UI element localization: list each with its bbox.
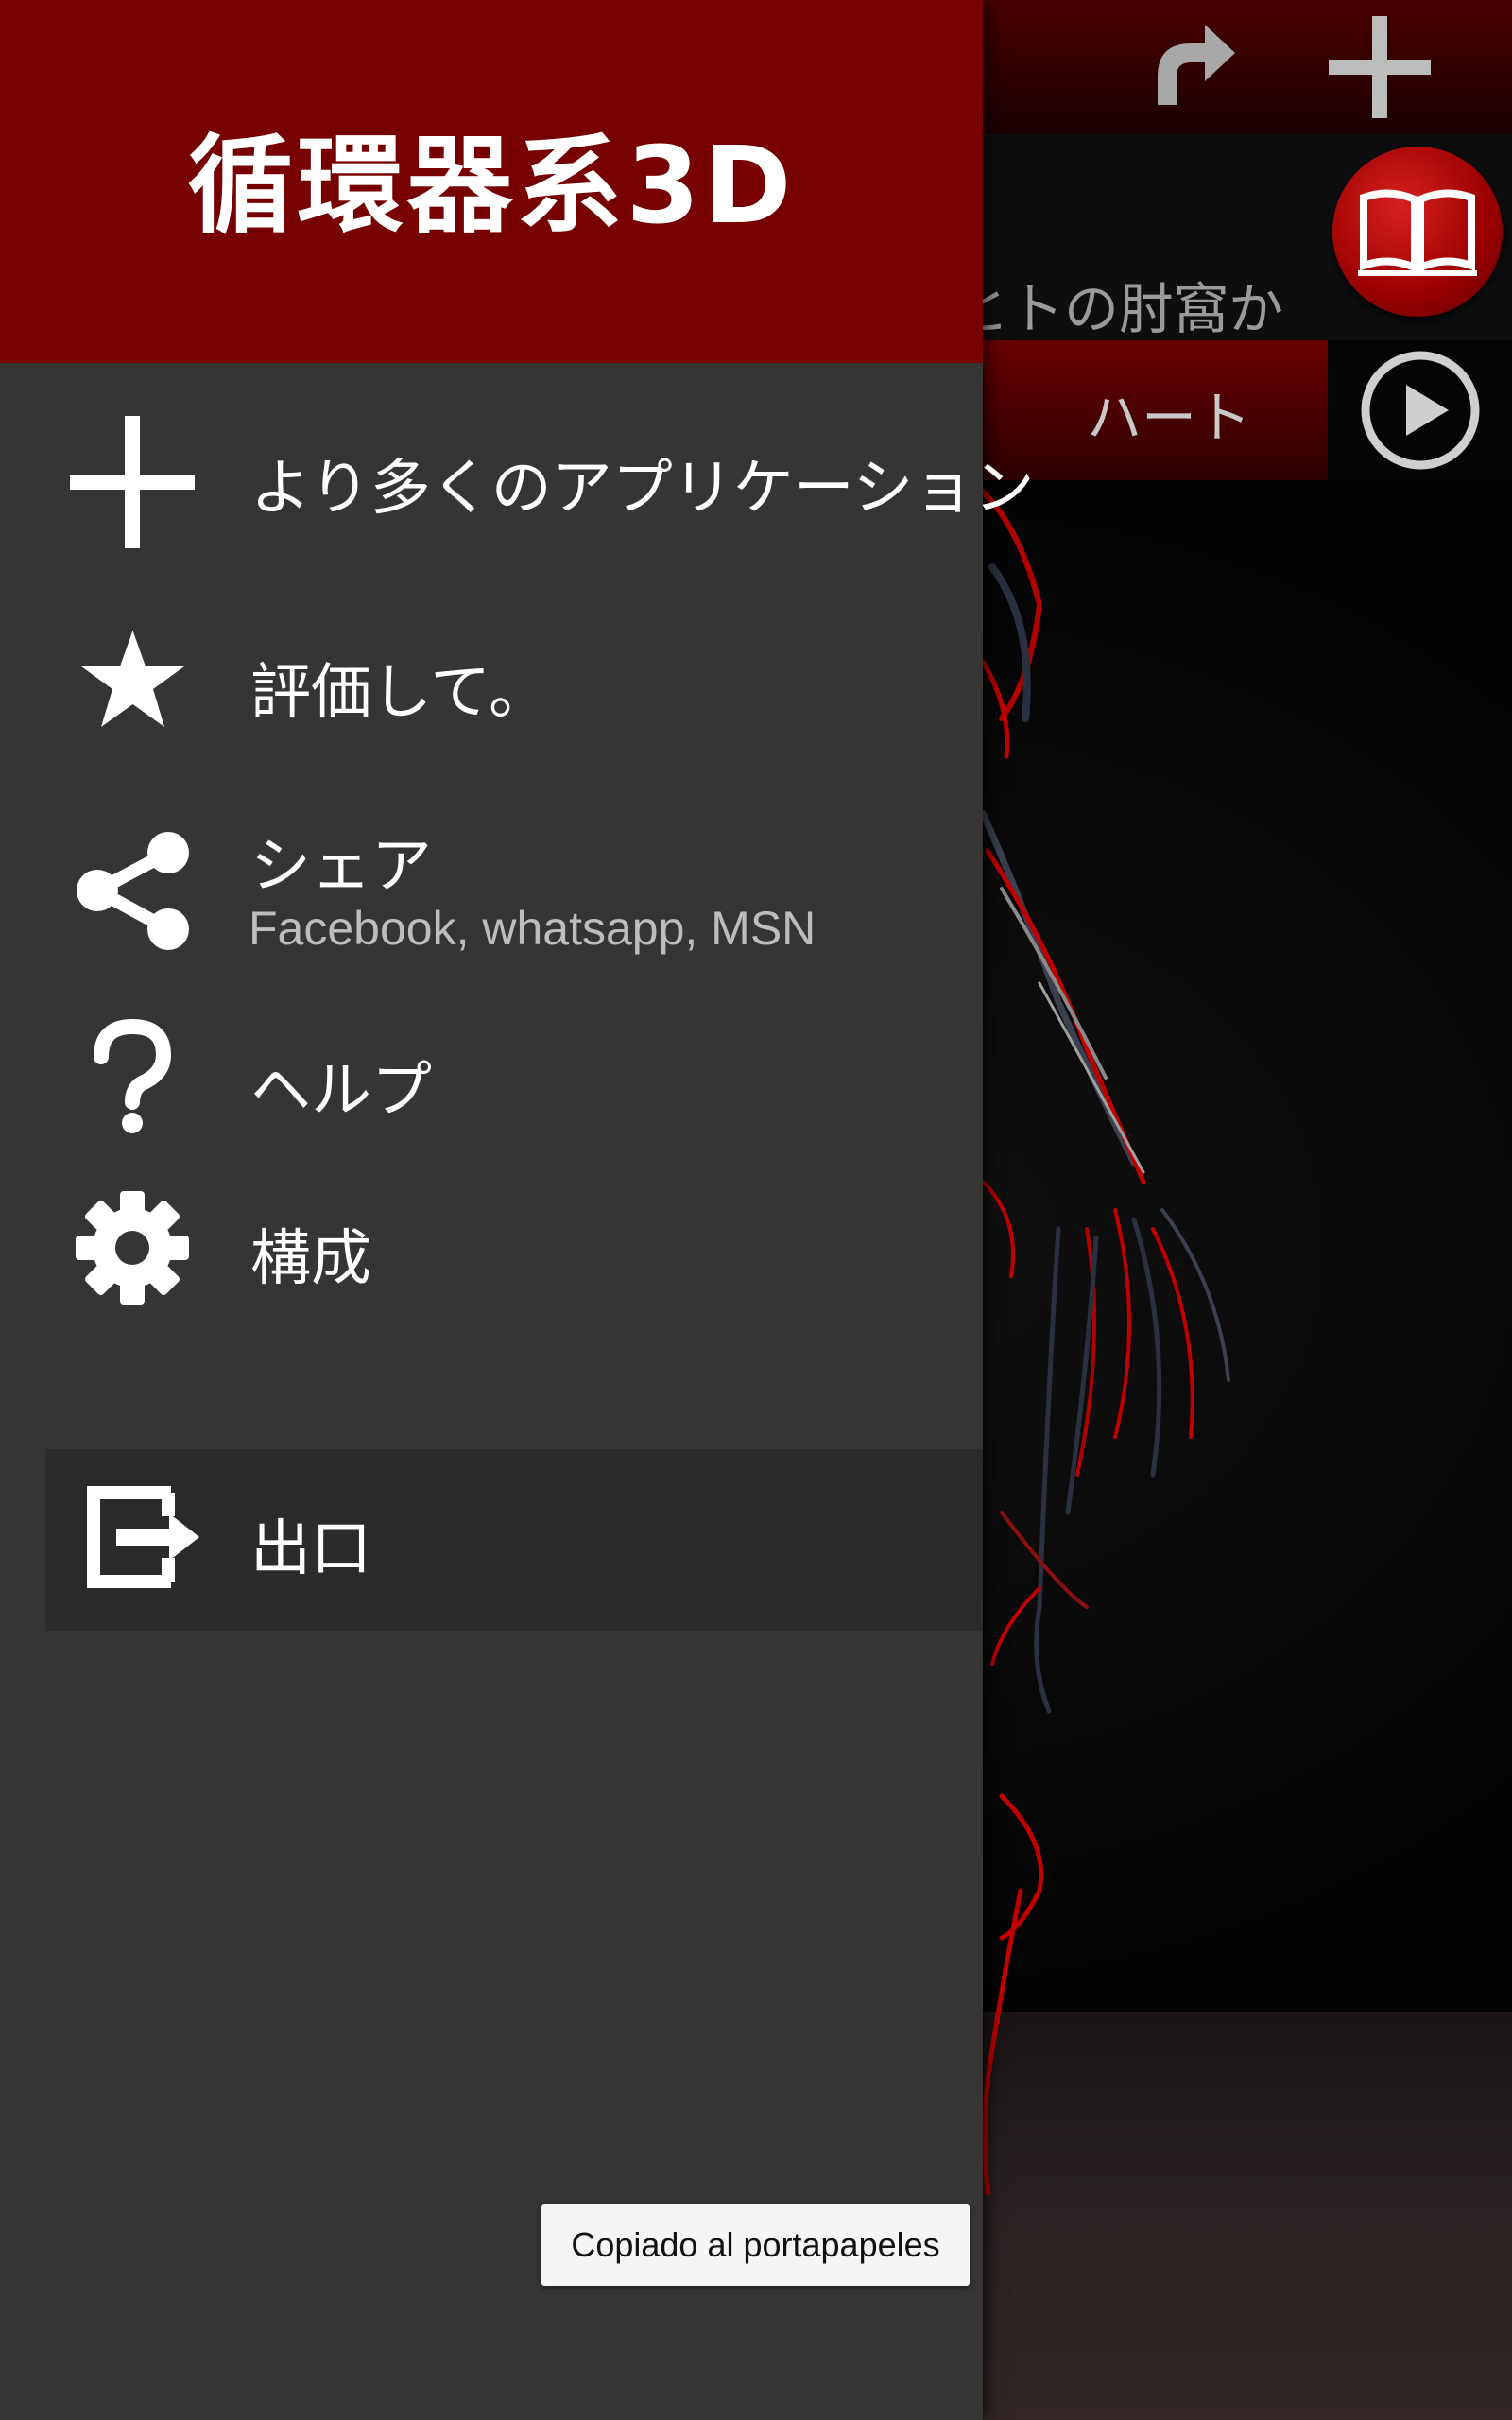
menu-item-label: より多くのアプリケーション [250,454,1035,524]
drawer-header: 循環器系3D [0,0,983,363]
menu-item-label: 構成 [250,1224,371,1294]
menu-item-rate[interactable]: 評価して。 [0,610,983,761]
menu-item-help[interactable]: ヘルプ [0,1011,983,1163]
help-icon [66,1016,198,1139]
menu-item-sublabel: Facebook, whatsapp, MSN [249,902,816,955]
menu-item-share[interactable]: シェア Facebook, whatsapp, MSN [0,808,983,969]
menu-item-more-apps[interactable]: より多くのアプリケーション [0,406,1034,558]
screen: とトの肘窩か ハート 循環器系3D より多くのアプリケーション 評価して。 シェ… [0,0,1512,2420]
star-icon [66,624,198,737]
app-title: 循環器系3D [187,125,796,248]
menu-item-label: ヘルプ [250,1056,432,1126]
menu-item-settings[interactable]: 構成 [0,1182,983,1333]
navigation-drawer[interactable]: 循環器系3D より多くのアプリケーション 評価して。 シェア Facebook,… [0,0,1034,2420]
share-icon [66,829,198,952]
menu-item-label: シェア [250,832,432,902]
menu-item-exit[interactable]: 出口 [45,1449,983,1631]
gear-icon [66,1186,198,1309]
exit-icon [78,1476,211,1599]
menu-item-label: 出口 [250,1514,371,1584]
toast-message: Copiado al portapapeles [541,2204,970,2286]
menu-item-label: 評価して。 [250,658,550,728]
plus-icon [66,416,198,548]
